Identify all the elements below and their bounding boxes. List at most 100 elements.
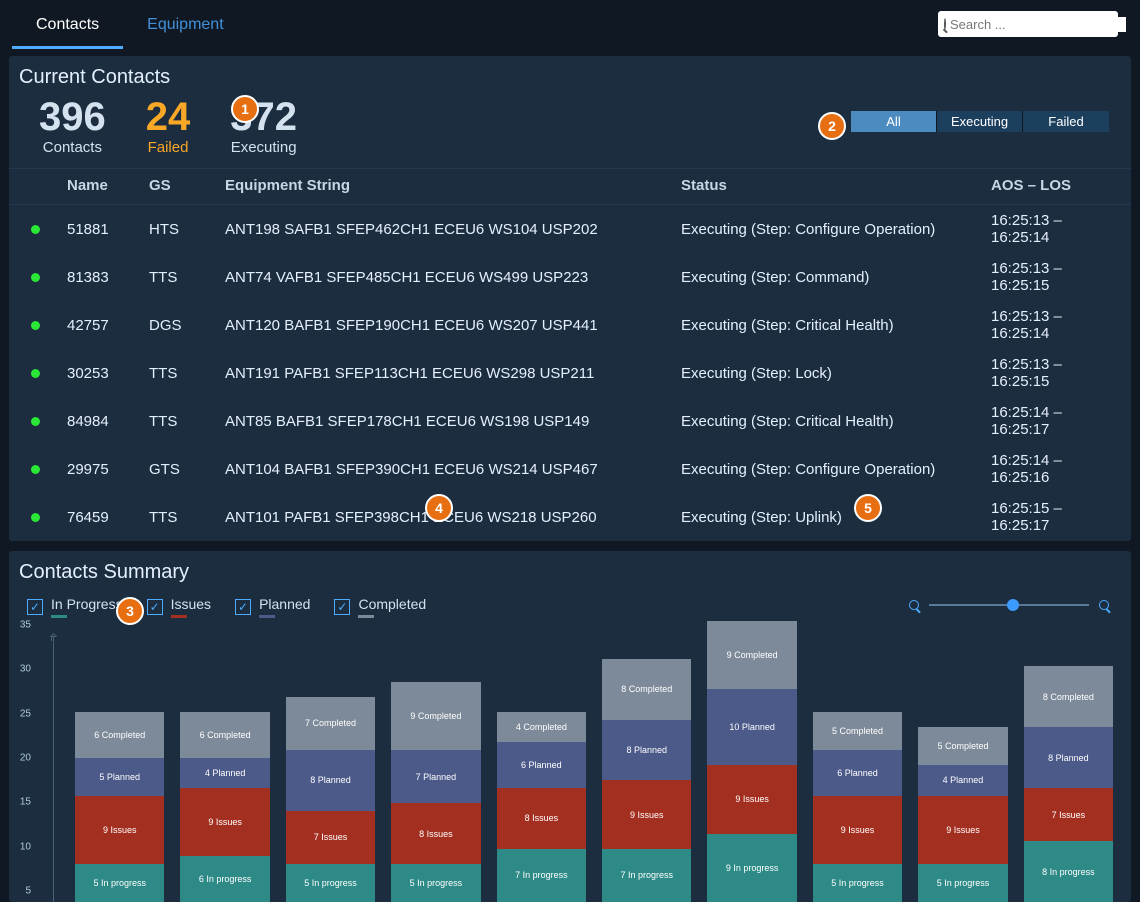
checkbox-icon[interactable]: ✓ bbox=[235, 599, 251, 615]
bar-segment: 8 Planned bbox=[286, 750, 375, 811]
table-row[interactable]: 30253TTSANT191 PAFB1 SFEP113CH1 ECEU6 WS… bbox=[9, 349, 1131, 397]
checkbox-icon[interactable]: ✓ bbox=[147, 599, 163, 615]
bar-segment: 9 Issues bbox=[602, 780, 691, 848]
search-box[interactable] bbox=[938, 11, 1118, 37]
bar-segment: 5 In progress bbox=[918, 864, 1007, 902]
bar-segment: 7 Issues bbox=[286, 811, 375, 864]
table-row[interactable]: 81383TTSANT74 VAFB1 SFEP485CH1 ECEU6 WS4… bbox=[9, 253, 1131, 301]
cell-name: 51881 bbox=[67, 221, 149, 238]
cell-status: Executing (Step: Command) bbox=[681, 269, 991, 286]
annotation-4: 4 bbox=[425, 494, 453, 522]
annotation-2: 2 bbox=[818, 112, 846, 140]
bar-segment: 9 Issues bbox=[813, 796, 902, 864]
bar-segment: 6 Completed bbox=[180, 712, 269, 758]
status-dot bbox=[31, 417, 40, 426]
cell-eq: ANT198 SAFB1 SFEP462CH1 ECEU6 WS104 USP2… bbox=[225, 221, 681, 238]
bar-segment: 8 Planned bbox=[602, 720, 691, 781]
legend-issues[interactable]: ✓Issues bbox=[147, 596, 211, 618]
cell-gs: GTS bbox=[149, 461, 225, 478]
cell-gs: HTS bbox=[149, 221, 225, 238]
stacked-bar: 8 Completed8 Planned7 Issues8 In progres… bbox=[1024, 666, 1113, 902]
col-header-aos: AOS – LOS bbox=[991, 177, 1103, 194]
annotation-5: 5 bbox=[854, 494, 882, 522]
cell-aos: 16:25:13 – 16:25:15 bbox=[991, 260, 1103, 294]
table-row[interactable]: 42757DGSANT120 BAFB1 SFEP190CH1 ECEU6 WS… bbox=[9, 301, 1131, 349]
cell-aos: 16:25:14 – 16:25:16 bbox=[991, 452, 1103, 486]
bar-segment: 6 Planned bbox=[497, 742, 586, 788]
filter-segment: All Executing Failed bbox=[851, 111, 1109, 132]
legend-label: Planned bbox=[259, 596, 310, 612]
stacked-bar: 4 Completed6 Planned8 Issues7 In progres… bbox=[497, 712, 586, 902]
cell-aos: 16:25:13 – 16:25:14 bbox=[991, 212, 1103, 246]
stat-failed-label: Failed bbox=[146, 139, 191, 156]
zoom-out-icon[interactable] bbox=[909, 600, 919, 610]
cell-eq: ANT104 BAFB1 SFEP390CH1 ECEU6 WS214 USP4… bbox=[225, 461, 681, 478]
y-tick: 5 bbox=[25, 886, 31, 897]
bar-segment: 9 Completed bbox=[391, 682, 480, 750]
cell-aos: 16:25:15 – 16:25:17 bbox=[991, 500, 1103, 534]
cell-aos: 16:25:14 – 16:25:17 bbox=[991, 404, 1103, 438]
cell-gs: TTS bbox=[149, 413, 225, 430]
cell-name: 30253 bbox=[67, 365, 149, 382]
current-contacts-panel: Current Contacts 396 Contacts 24 Failed … bbox=[9, 56, 1131, 541]
bar-segment: 9 Issues bbox=[707, 765, 796, 833]
zoom-slider[interactable] bbox=[909, 600, 1109, 610]
status-dot bbox=[31, 321, 40, 330]
bar-segment: 9 Completed bbox=[707, 621, 796, 689]
filter-all[interactable]: All bbox=[851, 111, 937, 132]
bar-segment: 8 Issues bbox=[497, 788, 586, 849]
stacked-bar: 8 Completed8 Planned9 Issues7 In progres… bbox=[602, 659, 691, 902]
cell-eq: ANT101 PAFB1 SFEP398CH1 ECEU6 WS218 USP2… bbox=[225, 509, 681, 526]
contacts-summary-panel: Contacts Summary ✓In Progress✓Issues✓Pla… bbox=[9, 551, 1131, 902]
bar-segment: 8 Completed bbox=[1024, 666, 1113, 727]
table-row[interactable]: 76459TTSANT101 PAFB1 SFEP398CH1 ECEU6 WS… bbox=[9, 493, 1131, 541]
bar-segment: 5 In progress bbox=[75, 864, 164, 902]
checkbox-icon[interactable]: ✓ bbox=[27, 599, 43, 615]
search-input[interactable] bbox=[950, 17, 1126, 32]
cell-aos: 16:25:13 – 16:25:15 bbox=[991, 356, 1103, 390]
y-tick: 35 bbox=[20, 620, 31, 631]
filter-executing[interactable]: Executing bbox=[937, 111, 1023, 132]
y-tick: 15 bbox=[20, 797, 31, 808]
legend-in-progress[interactable]: ✓In Progress bbox=[27, 596, 123, 618]
tab-contacts[interactable]: Contacts bbox=[12, 4, 123, 49]
bar-segment: 9 Issues bbox=[75, 796, 164, 864]
bar-segment: 7 In progress bbox=[602, 849, 691, 902]
legend-swatch bbox=[259, 615, 275, 618]
legend-planned[interactable]: ✓ Planned bbox=[235, 596, 310, 618]
col-header-eq: Equipment String bbox=[225, 177, 681, 194]
legend-completed[interactable]: ✓Completed bbox=[334, 596, 426, 618]
zoom-in-icon[interactable] bbox=[1099, 600, 1109, 610]
cell-gs: TTS bbox=[149, 509, 225, 526]
cell-gs: DGS bbox=[149, 317, 225, 334]
zoom-track[interactable] bbox=[929, 604, 1089, 606]
stacked-bar: 6 Completed5 Planned9 Issues5 In progres… bbox=[75, 712, 164, 902]
bar-segment: 9 Issues bbox=[180, 788, 269, 856]
table-row[interactable]: 51881HTSANT198 SAFB1 SFEP462CH1 ECEU6 WS… bbox=[9, 205, 1131, 253]
stat-executing-label: Executing bbox=[230, 139, 297, 156]
search-icon bbox=[944, 18, 946, 30]
y-tick: 10 bbox=[20, 841, 31, 852]
legend-swatch bbox=[358, 615, 374, 618]
bar-segment: 5 In progress bbox=[813, 864, 902, 902]
table-row[interactable]: 84984TTSANT85 BAFB1 SFEP178CH1 ECEU6 WS1… bbox=[9, 397, 1131, 445]
stacked-bar: 9 Completed7 Planned8 Issues5 In progres… bbox=[391, 682, 480, 902]
bar-segment: 5 Planned bbox=[75, 758, 164, 796]
bar-segment: 6 In progress bbox=[180, 856, 269, 902]
cell-status: Executing (Step: Critical Health) bbox=[681, 413, 991, 430]
cell-eq: ANT120 BAFB1 SFEP190CH1 ECEU6 WS207 USP4… bbox=[225, 317, 681, 334]
cell-eq: ANT191 PAFB1 SFEP113CH1 ECEU6 WS298 USP2… bbox=[225, 365, 681, 382]
zoom-thumb[interactable] bbox=[1007, 599, 1019, 611]
checkbox-icon[interactable]: ✓ bbox=[334, 599, 350, 615]
y-tick: 20 bbox=[20, 753, 31, 764]
table-row[interactable]: 29975GTSANT104 BAFB1 SFEP390CH1 ECEU6 WS… bbox=[9, 445, 1131, 493]
legend-swatch bbox=[51, 615, 67, 618]
tab-equipment[interactable]: Equipment bbox=[123, 4, 248, 49]
bar-segment: 10 Planned bbox=[707, 689, 796, 765]
nav-tabs: Contacts Equipment bbox=[12, 4, 248, 49]
cell-name: 81383 bbox=[67, 269, 149, 286]
bar-segment: 9 Issues bbox=[918, 796, 1007, 864]
filter-failed[interactable]: Failed bbox=[1023, 111, 1109, 132]
bar-segment: 8 Planned bbox=[1024, 727, 1113, 788]
stat-failed: 24 Failed bbox=[146, 97, 191, 156]
